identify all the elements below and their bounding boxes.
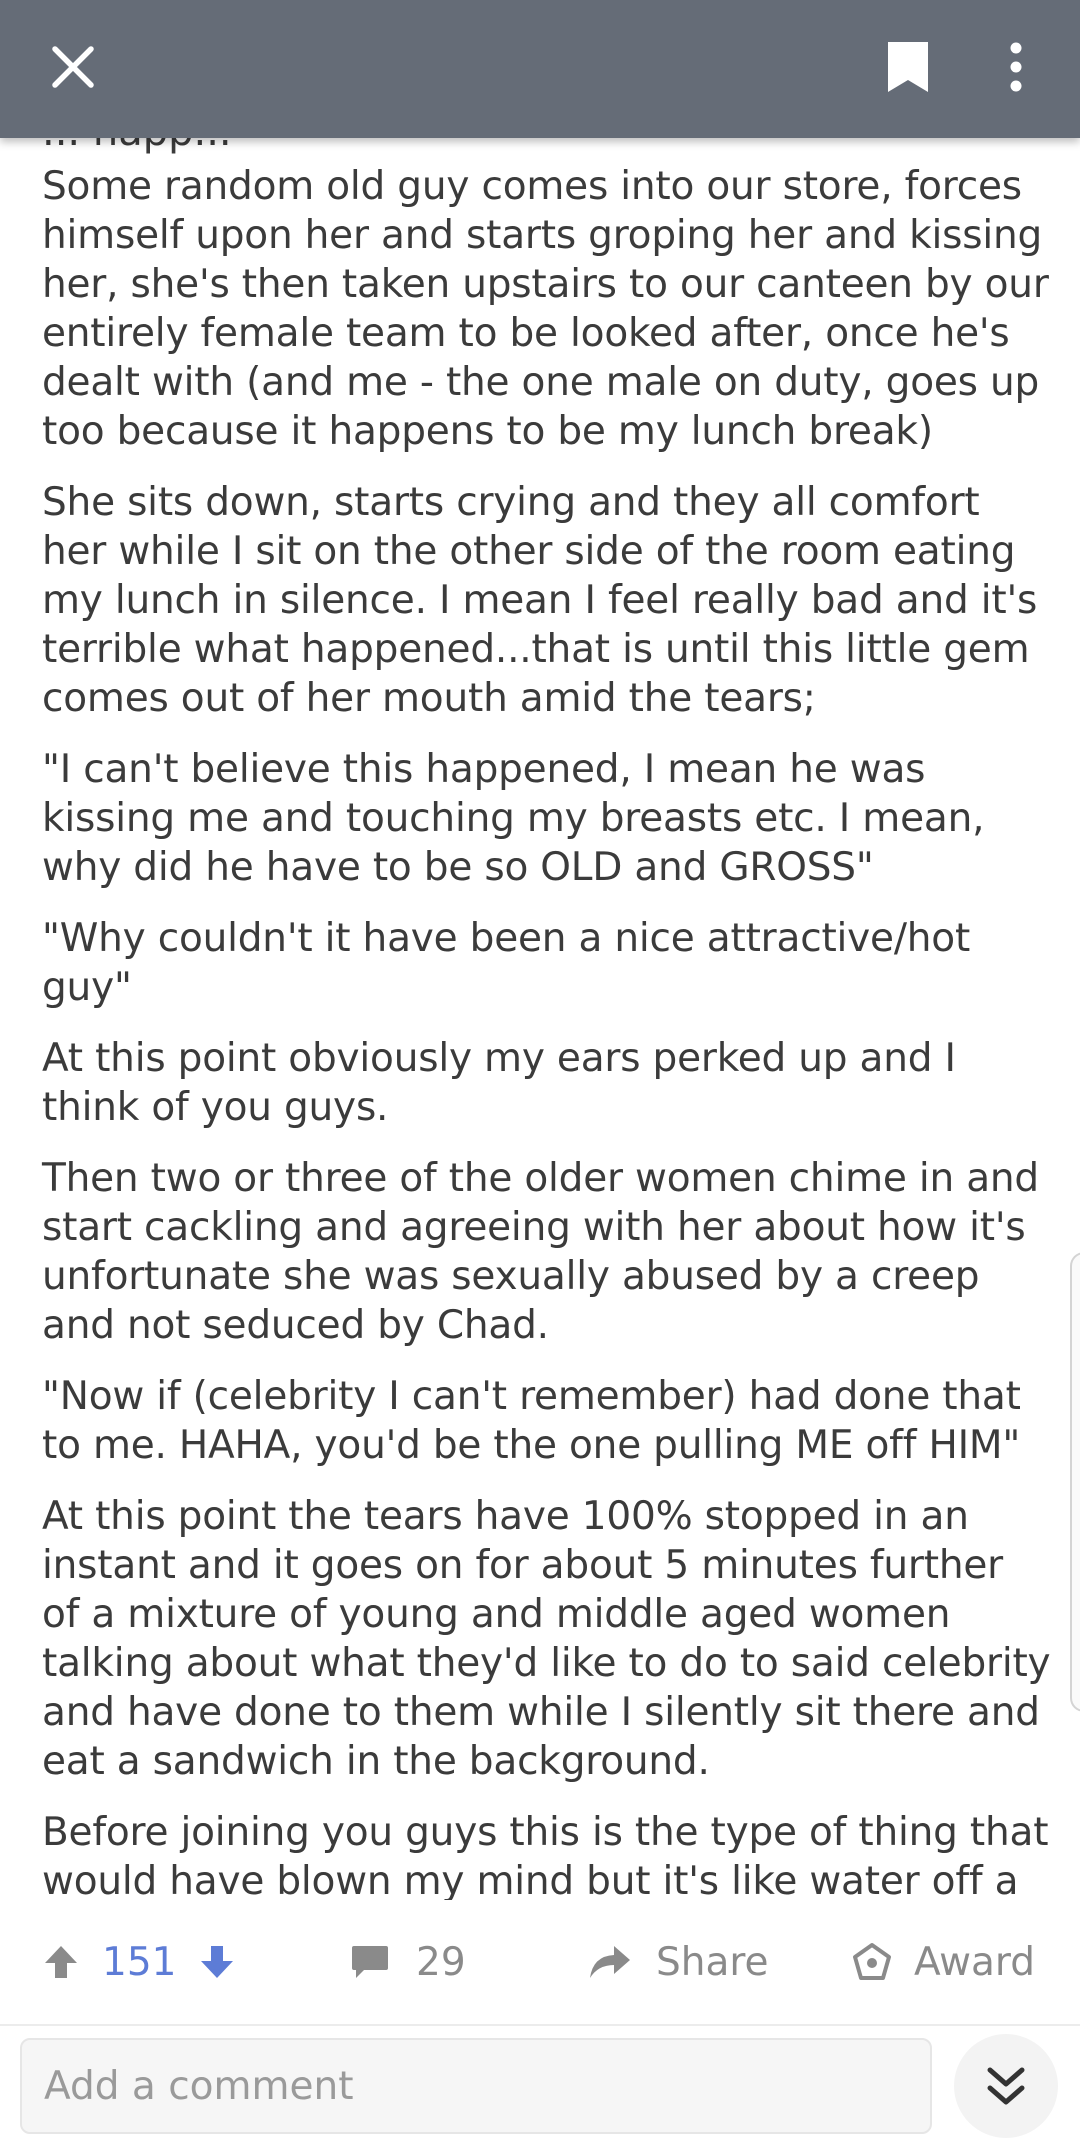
share-icon [590,1946,630,1978]
paragraph: Before joining you guys this is the type… [42,1810,1049,1900]
paragraph: At this point the tears have 100% stoppe… [42,1494,1051,1784]
comment-count: 29 [416,1939,466,1985]
more-options-button[interactable] [986,30,1046,104]
share-button[interactable]: Share [588,1900,769,2024]
bookmark-icon [888,42,928,92]
paragraph: Some random old guy comes into our store… [42,164,1049,454]
post-body: ... happ... Some random old guy comes in… [0,138,1080,1900]
vote-count: 151 [102,1939,177,1985]
award-icon [853,1943,891,1980]
post-text: Some random old guy comes into our store… [42,162,1052,1900]
downvote-icon[interactable] [198,1943,236,1981]
top-bar [0,0,1080,138]
paragraph: At this point obviously my ears perked u… [42,1036,956,1130]
bookmark-button[interactable] [872,30,944,104]
paragraph: Then two or three of the older women chi… [42,1156,1039,1348]
double-chevron-down-icon [987,2067,1025,2105]
scroll-handle[interactable] [1070,1252,1080,1712]
comment-icon [352,1946,388,1978]
paragraph: She sits down, starts crying and they al… [42,480,1038,721]
expand-button[interactable] [954,2034,1058,2138]
close-button[interactable] [36,30,110,104]
award-button[interactable]: Award [852,1900,1035,2024]
paragraph: "I can't believe this happened, I mean h… [42,747,985,890]
upvote-icon[interactable] [42,1943,80,1981]
comments-button[interactable]: 29 [350,1900,466,2024]
post-actions-bar: 151 29 Share Award [0,1900,1080,2026]
more-vertical-icon [1010,42,1022,92]
partial-line: ... happ... [42,138,232,157]
paragraph: "Now if (celebrity I can't remember) had… [42,1374,1021,1468]
award-label: Award [914,1939,1035,1985]
paragraph: "Why couldn't it have been a nice attrac… [42,916,971,1010]
vote-group: 151 [42,1900,236,2024]
close-icon [52,46,94,88]
share-label: Share [656,1939,769,1985]
comment-input[interactable]: Add a comment [20,2038,932,2134]
